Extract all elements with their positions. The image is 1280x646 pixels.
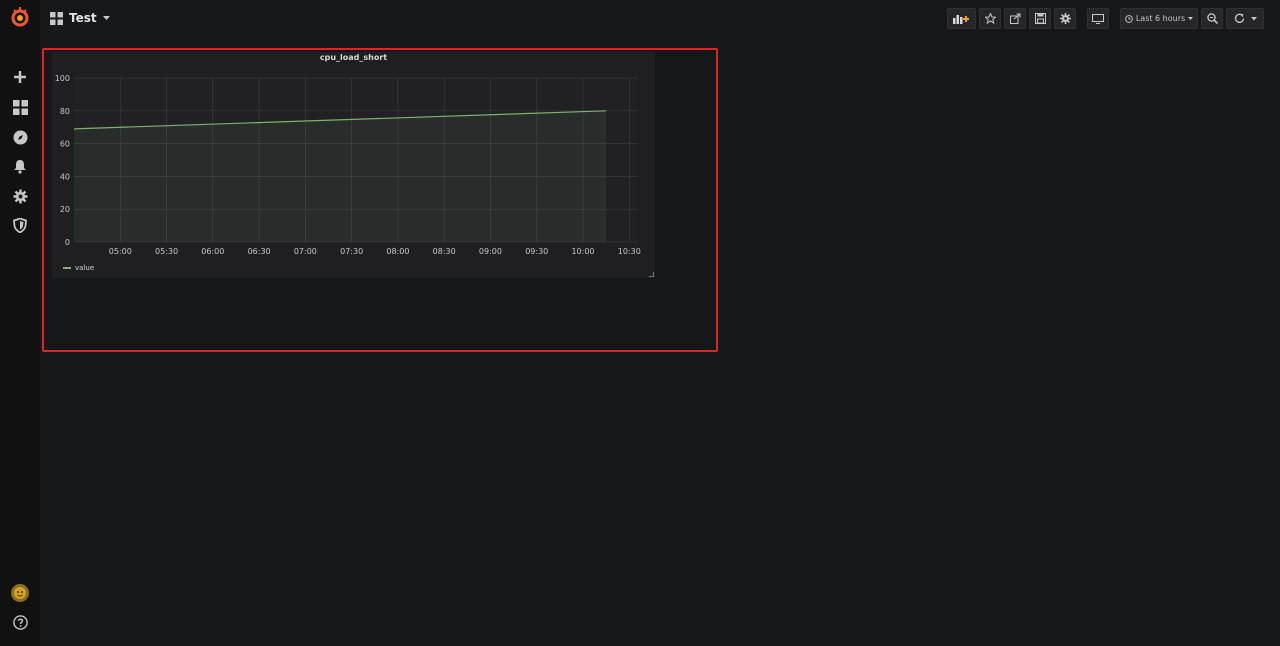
- cycle-view-mode-button[interactable]: [1087, 8, 1109, 29]
- caret-down-icon: [102, 15, 110, 20]
- x-tick-label: 10:30: [618, 247, 641, 256]
- monitor-icon: [1092, 13, 1104, 24]
- legend-swatch: [63, 267, 71, 269]
- user-avatar-icon[interactable]: [0, 580, 40, 606]
- dashboard-picker[interactable]: Test: [50, 9, 110, 27]
- share-dashboard-button[interactable]: [1004, 8, 1026, 29]
- star-dashboard-button[interactable]: [979, 8, 1001, 29]
- graph-panel[interactable]: cpu_load_short 0 20 40 60 80 100 05:00 05:30 06:…: [52, 52, 655, 278]
- time-range-label: Last 6 hours: [1135, 14, 1186, 23]
- series-area: [74, 110, 607, 242]
- clock-icon: [1124, 14, 1133, 23]
- x-tick-label: 09:00: [479, 247, 502, 256]
- save-dashboard-button[interactable]: [1029, 8, 1051, 29]
- grafana-logo-icon[interactable]: [0, 4, 40, 30]
- x-tick-label: 05:30: [155, 247, 178, 256]
- time-range-picker[interactable]: Last 6 hours: [1120, 8, 1198, 29]
- dashboards-grid-icon[interactable]: [0, 94, 40, 120]
- x-tick-label: 07:30: [340, 247, 363, 256]
- gear-icon: [1059, 13, 1071, 24]
- add-panel-button[interactable]: [947, 8, 976, 29]
- create-plus-icon[interactable]: [0, 64, 40, 90]
- star-icon: [984, 13, 996, 24]
- y-tick-label: 60: [60, 140, 70, 149]
- y-tick-label: 20: [60, 205, 70, 214]
- panel-resize-handle[interactable]: [649, 272, 654, 277]
- legend-label: value: [75, 264, 95, 272]
- x-tick-label: 10:00: [571, 247, 594, 256]
- x-tick-label: 06:30: [248, 247, 271, 256]
- add-panel-icon: [952, 15, 969, 24]
- x-tick-label: 06:00: [201, 247, 224, 256]
- panel-title[interactable]: cpu_load_short: [52, 53, 655, 62]
- server-admin-shield-icon[interactable]: [0, 212, 40, 238]
- y-tick-label: 0: [65, 238, 70, 247]
- y-tick-label: 40: [60, 172, 70, 181]
- view-toolbar: [1087, 8, 1109, 29]
- dashboard-toolbar: [947, 8, 1076, 29]
- y-tick-label: 100: [55, 74, 70, 83]
- refresh-button[interactable]: [1226, 8, 1264, 29]
- y-tick-label: 80: [60, 107, 70, 116]
- time-toolbar: Last 6 hours: [1120, 8, 1264, 29]
- sidebar: [0, 0, 40, 646]
- x-tick-label: 08:30: [433, 247, 456, 256]
- dashboard-title: Test: [69, 11, 97, 25]
- save-icon: [1034, 13, 1046, 24]
- dashboard-settings-button[interactable]: [1054, 8, 1076, 29]
- x-tick-label: 05:00: [109, 247, 132, 256]
- zoom-out-button[interactable]: [1201, 8, 1223, 29]
- x-tick-label: 07:00: [294, 247, 317, 256]
- legend-item[interactable]: value: [63, 264, 94, 272]
- zoom-out-icon: [1206, 13, 1218, 24]
- refresh-icon: [1234, 13, 1244, 23]
- alerting-bell-icon[interactable]: [0, 153, 40, 179]
- share-icon: [1009, 13, 1020, 24]
- caret-down-icon: [1250, 16, 1257, 20]
- configuration-gear-icon[interactable]: [0, 183, 40, 209]
- dashboard-grid-icon: [50, 11, 63, 25]
- x-tick-label: 08:00: [386, 247, 409, 256]
- graph-chart[interactable]: 0 20 40 60 80 100 05:00 05:30 06:00 06:30 07:00 07:…: [52, 64, 655, 270]
- caret-down-icon: [1188, 16, 1194, 20]
- x-tick-label: 09:30: [525, 247, 548, 256]
- help-question-icon[interactable]: [0, 609, 40, 635]
- explore-compass-icon[interactable]: [0, 124, 40, 150]
